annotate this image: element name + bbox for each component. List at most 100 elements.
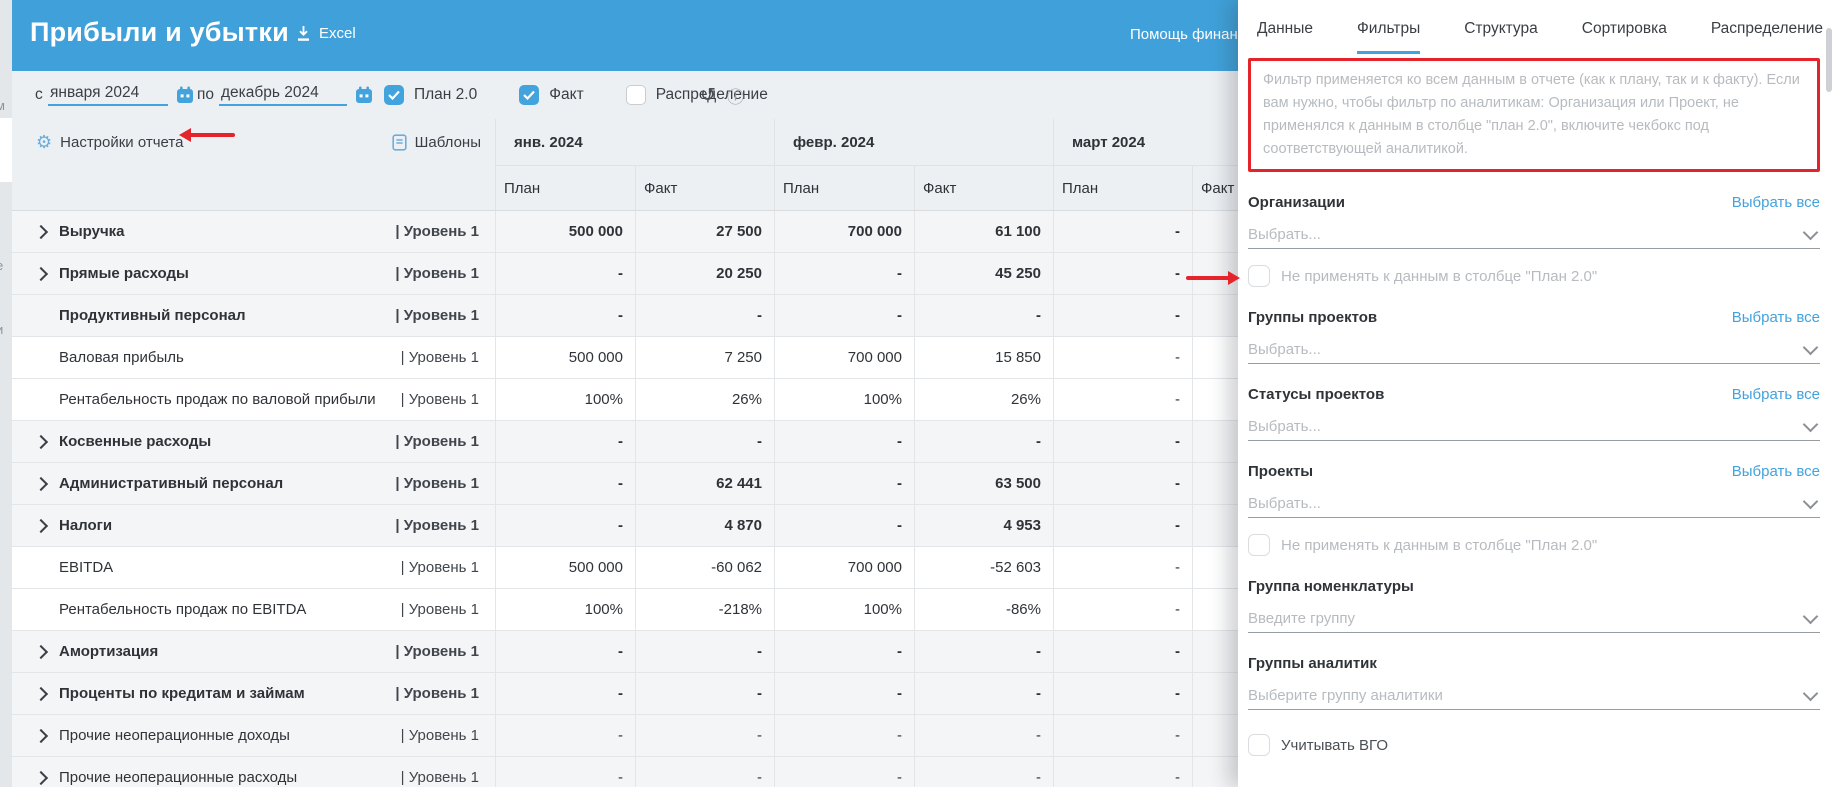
calendar-icon[interactable] xyxy=(355,86,373,104)
row-label-cell[interactable]: Амортизация | Уровень 1 xyxy=(12,631,495,672)
expand-chevron-icon[interactable] xyxy=(33,686,49,701)
help-link[interactable]: Помощь финан xyxy=(1130,26,1238,43)
row-label-cell[interactable]: EBITDA | Уровень 1 xyxy=(12,547,495,588)
filter-select-Организации[interactable]: Выбрать... xyxy=(1248,220,1820,249)
row-label-cell[interactable]: Выручка | Уровень 1 xyxy=(12,211,495,252)
checkbox-checked-icon[interactable] xyxy=(384,85,404,105)
plan20-exclude-checkbox[interactable]: Не применять к данным в столбце "План 2.… xyxy=(1248,534,1820,556)
table-row: Продуктивный персонал | Уровень 1----- xyxy=(12,295,1238,337)
cell-value: - xyxy=(495,253,635,294)
vgo-checkbox[interactable]: Учитывать ВГО xyxy=(1248,734,1820,756)
chevron-down-icon[interactable] xyxy=(1802,416,1819,433)
row-label-cell[interactable]: Косвенные расходы | Уровень 1 xyxy=(12,421,495,462)
annotation-arrow-settings xyxy=(179,128,235,142)
date-from-input[interactable]: января 2024 xyxy=(48,71,194,119)
cell-value xyxy=(1192,337,1238,378)
cell-value: - xyxy=(1053,379,1192,420)
row-label-cell[interactable]: Рентабельность продаж по EBITDA | Уровень… xyxy=(12,589,495,630)
expand-chevron-icon[interactable] xyxy=(33,644,49,659)
series-toggle-label: Факт xyxy=(549,86,584,103)
info-button[interactable]: ⓘ xyxy=(727,71,744,119)
checkbox-unchecked-icon[interactable] xyxy=(1248,734,1270,756)
cell-value: - xyxy=(495,631,635,672)
series-toggle-План 2.0[interactable]: План 2.0 xyxy=(384,85,477,105)
table-toolbar-cell: ⚙ Настройки отчета Шаблоны xyxy=(12,119,495,210)
filter-select-Проекты[interactable]: Выбрать... xyxy=(1248,489,1820,518)
series-toggle-label: План 2.0 xyxy=(414,86,478,103)
checkbox-unchecked-icon[interactable] xyxy=(1248,534,1270,556)
date-from-value[interactable]: января 2024 xyxy=(48,84,168,106)
expand-chevron-icon[interactable] xyxy=(33,434,49,449)
tab-Распределение[interactable]: Распределение xyxy=(1711,20,1823,38)
chevron-down-icon[interactable] xyxy=(1802,608,1819,625)
row-label-cell[interactable]: Рентабельность продаж по валовой прибыли… xyxy=(12,379,495,420)
expand-chevron-icon[interactable] xyxy=(33,476,49,491)
export-excel-button[interactable]: Excel xyxy=(295,25,356,42)
date-to-input[interactable]: декабрь 2024 xyxy=(219,71,373,119)
cell-value: - xyxy=(495,505,635,546)
select-all-link[interactable]: Выбрать все xyxy=(1732,194,1820,211)
row-level-badge: | Уровень 1 xyxy=(395,475,479,492)
cell-value: 500 000 xyxy=(495,547,635,588)
info-icon: ⓘ xyxy=(727,87,744,107)
chevron-down-icon[interactable] xyxy=(1802,493,1819,510)
row-label-cell[interactable]: Административный персонал | Уровень 1 xyxy=(12,463,495,504)
cell-value xyxy=(1192,421,1238,462)
calendar-icon[interactable] xyxy=(176,86,194,104)
report-settings-button[interactable]: ⚙ Настройки отчета xyxy=(36,119,183,165)
chevron-down-icon[interactable] xyxy=(1802,339,1819,356)
row-label-cell[interactable]: Прямые расходы | Уровень 1 xyxy=(12,253,495,294)
templates-button[interactable]: Шаблоны xyxy=(392,119,481,165)
checkbox-unchecked-icon[interactable] xyxy=(625,85,646,105)
tab-Фильтры[interactable]: Фильтры xyxy=(1357,20,1421,54)
document-icon xyxy=(392,133,407,151)
cell-value: - xyxy=(914,673,1053,714)
checkbox-checked-icon[interactable] xyxy=(519,85,540,105)
expand-chevron-icon[interactable] xyxy=(33,518,49,533)
expand-chevron-icon[interactable] xyxy=(33,266,49,281)
series-toggle-Распределение[interactable]: Распределение xyxy=(625,85,768,105)
row-label-cell[interactable]: Прочие неоперационные расходы | Уровень 1 xyxy=(12,757,495,787)
cell-value: - xyxy=(1053,715,1192,756)
row-label-cell[interactable]: Продуктивный персонал | Уровень 1 xyxy=(12,295,495,336)
row-label-cell[interactable]: Проценты по кредитам и займам | Уровень 1 xyxy=(12,673,495,714)
row-label-cell[interactable]: Прочие неоперационные доходы | Уровень 1 xyxy=(12,715,495,756)
cell-value xyxy=(1192,547,1238,588)
date-to-label: по xyxy=(197,86,215,103)
select-all-link[interactable]: Выбрать все xyxy=(1732,386,1820,403)
cell-value xyxy=(1192,631,1238,672)
plan20-exclude-checkbox[interactable]: Не применять к данным в столбце "План 2.… xyxy=(1248,265,1820,287)
select-all-link[interactable]: Выбрать все xyxy=(1732,309,1820,326)
undo-button[interactable]: ↺ xyxy=(700,71,716,119)
tab-Сортировка[interactable]: Сортировка xyxy=(1582,20,1667,38)
cell-value: - xyxy=(1053,631,1192,672)
filter-select-Группы проектов[interactable]: Выбрать... xyxy=(1248,335,1820,364)
expand-chevron-icon[interactable] xyxy=(33,728,49,743)
select-all-link[interactable]: Выбрать все xyxy=(1732,463,1820,480)
tab-Данные[interactable]: Данные xyxy=(1257,20,1313,38)
expand-chevron-icon[interactable] xyxy=(33,770,49,785)
chevron-down-icon[interactable] xyxy=(1802,685,1819,702)
filter-select-Группа номенклатуры[interactable]: Введите группу xyxy=(1248,604,1820,633)
cell-value: - xyxy=(635,421,774,462)
series-toggles: План 2.0 Факт Распределение xyxy=(384,71,810,119)
date-to-value[interactable]: декабрь 2024 xyxy=(219,84,347,106)
cell-value: - xyxy=(774,673,914,714)
expand-chevron-icon[interactable] xyxy=(33,224,49,239)
filter-select-Группы аналитик[interactable]: Выберите группу аналитики xyxy=(1248,681,1820,710)
row-level-badge: | Уровень 1 xyxy=(395,265,479,282)
tab-Структура[interactable]: Структура xyxy=(1464,20,1538,38)
report-settings-label: Настройки отчета xyxy=(60,133,184,151)
row-label-cell[interactable]: Валовая прибыль | Уровень 1 xyxy=(12,337,495,378)
row-label-cell[interactable]: Налоги | Уровень 1 xyxy=(12,505,495,546)
row-name: Амортизация xyxy=(59,643,159,660)
cell-value: - xyxy=(635,631,774,672)
cell-value: -60 062 xyxy=(635,547,774,588)
row-name: Проценты по кредитам и займам xyxy=(59,685,305,702)
chevron-down-icon[interactable] xyxy=(1802,224,1819,241)
filter-select-Статусы проектов[interactable]: Выбрать... xyxy=(1248,412,1820,441)
row-level-badge: | Уровень 1 xyxy=(400,391,479,408)
checkbox-unchecked-icon[interactable] xyxy=(1248,265,1270,287)
series-toggle-Факт[interactable]: Факт xyxy=(519,85,584,105)
panel-scrollbar[interactable] xyxy=(1826,28,1832,92)
